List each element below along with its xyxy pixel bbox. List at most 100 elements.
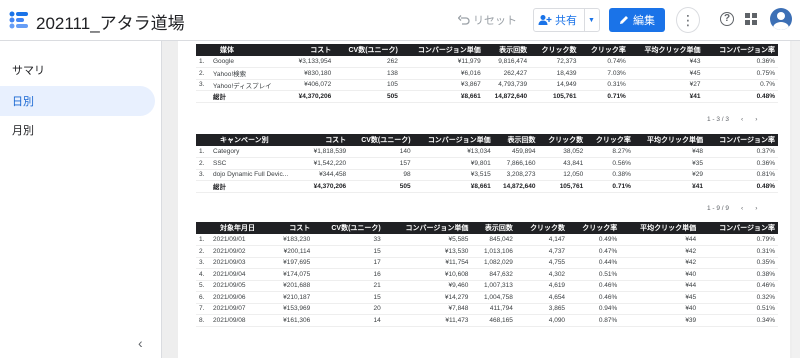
table-cell: ¥1,818,539 [304, 146, 350, 158]
column-header[interactable]: 媒体 [196, 44, 288, 56]
apps-grid-icon[interactable] [745, 13, 757, 25]
table-cell: ¥11,754 [383, 257, 472, 269]
column-header[interactable]: クリック率 [586, 134, 634, 146]
table-cell: dojo Dynamic Full Devic... [210, 169, 305, 181]
pager-range: 1 - 9 / 9 [707, 205, 730, 212]
table-row[interactable]: 3. dojo Dynamic Full Devic... ¥344,458 98 ¥3… [196, 169, 778, 181]
column-header[interactable]: クリック率 [568, 222, 621, 234]
avatar[interactable] [770, 8, 792, 30]
vertical-scrollbar[interactable] [792, 41, 800, 358]
collapse-sidebar-icon[interactable]: ‹ [138, 335, 143, 351]
column-header[interactable]: 表示回数 [483, 44, 531, 56]
column-header[interactable]: 対象年月日 [196, 222, 272, 234]
column-header[interactable]: 平均クリック単価 [620, 222, 700, 234]
table-cell: 9,816,474 [483, 56, 531, 68]
table-cell: 105 [334, 79, 401, 91]
table-cell: 14 [313, 314, 384, 327]
column-header[interactable]: クリック数 [538, 134, 587, 146]
column-header[interactable]: 平均クリック単価 [633, 134, 706, 146]
table-cell: 4,090 [515, 314, 569, 327]
page-navigation: サマリ 日別 月別 ‹ [0, 41, 162, 358]
column-header[interactable]: コンバージョン単価 [383, 222, 472, 234]
nav-item-label: 日別 [12, 96, 34, 108]
column-header[interactable]: クリック率 [579, 44, 629, 56]
column-header[interactable]: 平均クリック単価 [628, 44, 704, 56]
column-header[interactable]: コスト [304, 134, 350, 146]
table-row[interactable]: 2. 2021/09/02 ¥200,114 15 ¥13,530 1,013,106 4,… [196, 245, 778, 258]
table-row[interactable]: 8. 2021/09/08 ¥161,306 14 ¥11,473 468,165 4,09… [196, 314, 778, 327]
table-cell: ¥8,661 [413, 180, 494, 193]
column-header[interactable]: CV数(ユニーク) [349, 134, 414, 146]
table-cell: ¥344,458 [304, 169, 350, 181]
column-header[interactable]: コンバージョン率 [703, 44, 778, 56]
column-header[interactable]: 表示回数 [471, 222, 516, 234]
table-cell: ¥45 [628, 67, 704, 80]
table-total-row[interactable]: 総計 ¥4,370,206 505 ¥8,661 14,872,640 105,761 0.… [196, 90, 778, 103]
prev-page-icon[interactable]: ‹ [741, 116, 743, 123]
table-cell: ¥9,801 [413, 157, 494, 170]
table-row[interactable]: 2. SSC ¥1,542,220 157 ¥9,801 7,866,160 43,841 0… [196, 157, 778, 170]
table-cell: 0.51% [568, 268, 621, 281]
nav-item-daily[interactable]: 日別 [0, 86, 155, 116]
next-page-icon[interactable]: › [755, 205, 757, 212]
table-cell: 16 [313, 268, 384, 281]
table-row[interactable]: 5. 2021/09/05 ¥201,688 21 ¥9,460 1,007,313 4,6… [196, 280, 778, 292]
table-cell: 0.48% [705, 180, 778, 193]
table-row[interactable]: 6. 2021/09/06 ¥210,187 15 ¥14,279 1,004,758 4,… [196, 291, 778, 304]
help-icon[interactable]: ? [720, 12, 734, 26]
table-cell: 0.71% [579, 90, 629, 103]
edit-button[interactable]: 編集 [609, 8, 665, 32]
column-header[interactable]: コンバージョン率 [699, 222, 778, 234]
table-cell: ¥10,608 [383, 268, 472, 281]
table-cell: 1,007,313 [471, 280, 516, 292]
table-cell: ¥197,695 [271, 257, 314, 269]
column-header[interactable]: 表示回数 [493, 134, 539, 146]
column-header[interactable]: CV数(ユニーク) [334, 44, 401, 56]
table-cell: 4. [196, 268, 210, 281]
table-cell: 2021/09/04 [210, 268, 272, 281]
reset-button[interactable]: リセット [458, 9, 522, 31]
column-header[interactable]: コスト [271, 222, 314, 234]
table-row[interactable]: 3. Yahoo!ディスプレイ ¥406,072 105 ¥3,867 4,793,739… [196, 79, 778, 91]
table-cell: Category [210, 146, 305, 158]
table-cell: ¥6,016 [400, 67, 484, 80]
table-cell: ¥3,867 [400, 79, 484, 91]
nav-item-monthly[interactable]: 月別 [0, 115, 155, 145]
share-button[interactable]: 共有 ▼ [533, 8, 600, 32]
column-header[interactable]: クリック数 [515, 222, 569, 234]
table-cell: 262,427 [483, 67, 531, 80]
column-header[interactable]: キャンペーン別 [196, 134, 305, 146]
more-options-button[interactable]: ⋮ [676, 7, 700, 33]
table-cell: 15 [313, 291, 384, 304]
table-row[interactable]: 4. 2021/09/04 ¥174,075 16 ¥10,608 847,632 4,30… [196, 268, 778, 281]
column-header[interactable]: コンバージョン率 [705, 134, 778, 146]
table-row[interactable]: 1. Google ¥3,133,954 262 ¥11,979 9,816,474 72,… [196, 56, 778, 68]
table-row[interactable]: 1. Category ¥1,818,539 140 ¥13,034 459,894 38,… [196, 146, 778, 158]
table-row[interactable]: 7. 2021/09/07 ¥153,969 20 ¥7,848 411,794 3,865… [196, 303, 778, 315]
reset-label: リセット [473, 15, 517, 27]
column-header[interactable]: コスト [287, 44, 335, 56]
prev-page-icon[interactable]: ‹ [741, 205, 743, 212]
table-cell: 15 [313, 245, 384, 258]
table-row[interactable]: 2. Yahoo!検索 ¥830,180 138 ¥6,016 262,427 18,439… [196, 67, 778, 80]
table-cell: 2021/09/07 [210, 303, 272, 315]
report-title[interactable]: 202111_アタラ道場 [36, 9, 185, 34]
nav-item-summary[interactable]: サマリ [0, 55, 155, 85]
table-total-row[interactable]: 総計 ¥4,370,206 505 ¥8,661 14,872,640 105,761 0.… [196, 180, 778, 193]
table-cell: ¥200,114 [271, 245, 314, 258]
chevron-down-icon[interactable]: ▼ [588, 17, 595, 24]
table-row[interactable]: 3. 2021/09/03 ¥197,695 17 ¥11,754 1,082,029 4,… [196, 257, 778, 269]
table-cell: 7.03% [579, 67, 629, 80]
table-cell: 0.94% [568, 303, 621, 315]
next-page-icon[interactable]: › [755, 116, 757, 123]
table-cell: 0.34% [699, 314, 778, 327]
table-cell: ¥161,306 [271, 314, 314, 327]
column-header[interactable]: コンバージョン単価 [413, 134, 494, 146]
column-header[interactable]: クリック数 [530, 44, 580, 56]
table-row[interactable]: 1. 2021/09/01 ¥183,230 33 ¥5,585 845,042 4,147… [196, 234, 778, 246]
column-header[interactable]: コンバージョン単価 [400, 44, 484, 56]
nav-item-label: 月別 [12, 125, 34, 137]
table-cell: 0.74% [579, 56, 629, 68]
column-header[interactable]: CV数(ユニーク) [313, 222, 384, 234]
table-cell: ¥153,969 [271, 303, 314, 315]
